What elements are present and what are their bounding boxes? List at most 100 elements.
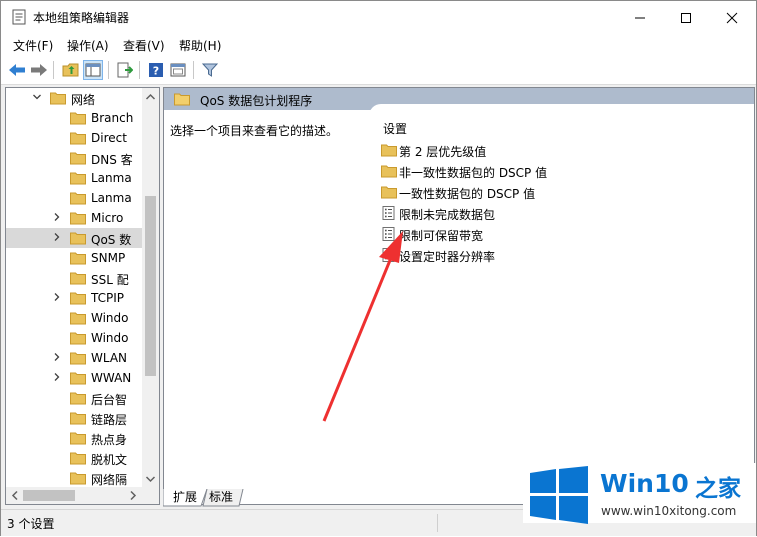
tree-item[interactable]: Lanma bbox=[6, 168, 144, 188]
folder-icon bbox=[70, 352, 86, 365]
folder-icon bbox=[381, 165, 397, 178]
tree-item[interactable]: Lanma bbox=[6, 188, 144, 208]
tree-item-label: Windo bbox=[91, 331, 129, 345]
folder-icon bbox=[70, 372, 86, 385]
folder-icon bbox=[70, 412, 86, 425]
tree-item[interactable]: Branch bbox=[6, 108, 144, 128]
chevron-right-icon[interactable] bbox=[52, 212, 62, 222]
tree-horizontal-scrollbar[interactable] bbox=[6, 487, 159, 504]
chevron-right-icon[interactable] bbox=[52, 352, 62, 362]
tree-item[interactable]: 网络 bbox=[6, 88, 144, 108]
tree-item[interactable]: 热点身 bbox=[6, 428, 144, 448]
filter-button[interactable] bbox=[200, 60, 220, 80]
up-folder-icon bbox=[62, 63, 79, 77]
tree-horizontal-scroll-thumb[interactable] bbox=[23, 490, 75, 501]
list-item[interactable]: 设置定时器分辨率 bbox=[381, 245, 751, 266]
tree-item[interactable]: SNMP bbox=[6, 248, 144, 268]
folder-icon bbox=[70, 252, 86, 265]
folder-icon bbox=[381, 144, 397, 157]
toolbar-separator bbox=[193, 61, 194, 79]
up-folder-button[interactable] bbox=[61, 60, 81, 80]
policy-setting-icon bbox=[382, 206, 395, 220]
folder-icon bbox=[70, 312, 86, 325]
list-item[interactable]: 非一致性数据包的 DSCP 值 bbox=[381, 161, 751, 182]
tree-item[interactable]: QoS 数 bbox=[6, 228, 144, 248]
tree-item-label: 热点身 bbox=[91, 433, 128, 447]
menu-view[interactable]: 查看(V) bbox=[123, 37, 165, 54]
policy-setting-icon bbox=[382, 248, 395, 262]
chevron-right-icon[interactable] bbox=[52, 292, 62, 302]
properties-button[interactable] bbox=[168, 60, 188, 80]
maximize-button[interactable] bbox=[663, 1, 709, 34]
windows-logo-icon bbox=[530, 466, 588, 524]
scroll-left-icon bbox=[11, 490, 18, 501]
tab-extended[interactable]: 扩展 bbox=[165, 489, 205, 506]
tree-item-label: SNMP bbox=[91, 251, 126, 265]
tree-item-label: Branch bbox=[91, 111, 134, 125]
tree-item[interactable]: 脱机文 bbox=[6, 448, 144, 468]
tree-item[interactable]: TCPIP bbox=[6, 288, 144, 308]
details-vertical-scrollbar[interactable] bbox=[735, 110, 752, 490]
view-tabs: 扩展 标准 bbox=[163, 489, 463, 507]
tree-item[interactable]: DNS 客 bbox=[6, 148, 144, 168]
list-item[interactable]: 一致性数据包的 DSCP 值 bbox=[381, 182, 751, 203]
folder-icon bbox=[70, 172, 86, 185]
chevron-right-icon[interactable] bbox=[52, 372, 62, 382]
folder-icon bbox=[70, 292, 86, 305]
tree-item[interactable]: Micro bbox=[6, 208, 144, 228]
watermark-brand: Win10 bbox=[600, 469, 689, 498]
folder-icon bbox=[70, 392, 86, 405]
forward-button[interactable] bbox=[29, 60, 49, 80]
watermark-brand-suffix: 之家 bbox=[695, 476, 741, 502]
toolbar: ? bbox=[1, 56, 756, 85]
scroll-up-icon bbox=[145, 93, 156, 100]
tree-item[interactable]: WWAN bbox=[6, 368, 144, 388]
tree-item[interactable]: 网络隔 bbox=[6, 468, 144, 488]
list-item[interactable]: 限制可保留带宽 bbox=[381, 224, 751, 245]
tree-item[interactable]: SSL 配 bbox=[6, 268, 144, 288]
tree-vertical-scroll-thumb[interactable] bbox=[145, 196, 156, 376]
menu-help[interactable]: 帮助(H) bbox=[179, 37, 221, 54]
watermark-url: www.win10xitong.com bbox=[601, 504, 737, 518]
settings-column-header[interactable]: 设置 bbox=[383, 120, 407, 137]
description-text: 选择一个项目来查看它的描述。 bbox=[170, 124, 339, 138]
tree-item-label: Micro bbox=[91, 211, 124, 225]
menu-file[interactable]: 文件(F) bbox=[13, 37, 53, 54]
menu-action[interactable]: 操作(A) bbox=[67, 37, 109, 54]
tree-item[interactable]: Direct bbox=[6, 128, 144, 148]
back-button[interactable] bbox=[7, 60, 27, 80]
chevron-down-icon[interactable] bbox=[32, 92, 42, 102]
settings-list: 设置 第 2 层优先级值 非一致性数据包的 DSCP 值一致性数据包的 DSCP … bbox=[369, 104, 754, 484]
tree-vertical-scrollbar[interactable] bbox=[142, 88, 159, 488]
chevron-right-icon[interactable] bbox=[52, 232, 62, 242]
folder-icon bbox=[70, 212, 86, 225]
show-hide-tree-button[interactable] bbox=[83, 60, 103, 80]
tree-item-label: WLAN bbox=[91, 351, 128, 365]
status-text: 3 个设置 bbox=[7, 517, 55, 531]
close-button[interactable] bbox=[709, 1, 755, 34]
tree-item[interactable]: WLAN bbox=[6, 348, 144, 368]
close-icon bbox=[726, 12, 738, 23]
forward-icon bbox=[31, 64, 47, 76]
list-item[interactable]: 限制未完成数据包 bbox=[381, 203, 751, 224]
minimize-button[interactable] bbox=[617, 1, 663, 34]
tree-item[interactable]: 后台智 bbox=[6, 388, 144, 408]
tree-item[interactable]: Windo bbox=[6, 308, 144, 328]
title-bar: 本地组策略编辑器 bbox=[1, 1, 756, 34]
tree-item-label: QoS 数 bbox=[91, 233, 132, 247]
folder-icon bbox=[70, 152, 86, 165]
window-title: 本地组策略编辑器 bbox=[33, 11, 130, 25]
tree-item-label: Lanma bbox=[91, 171, 132, 185]
tree-item[interactable]: Windo bbox=[6, 328, 144, 348]
toolbar-separator bbox=[139, 61, 140, 79]
folder-icon bbox=[70, 112, 86, 125]
maximize-icon bbox=[681, 12, 691, 23]
list-item[interactable]: 第 2 层优先级值 bbox=[381, 140, 751, 161]
help-button[interactable]: ? bbox=[146, 60, 166, 80]
tree-item-label: 脱机文 bbox=[91, 453, 128, 467]
filter-icon bbox=[202, 63, 218, 77]
status-divider bbox=[437, 514, 438, 532]
export-list-button[interactable] bbox=[115, 60, 135, 80]
tab-standard[interactable]: 标准 bbox=[201, 489, 241, 506]
tree-item[interactable]: 链路层 bbox=[6, 408, 144, 428]
